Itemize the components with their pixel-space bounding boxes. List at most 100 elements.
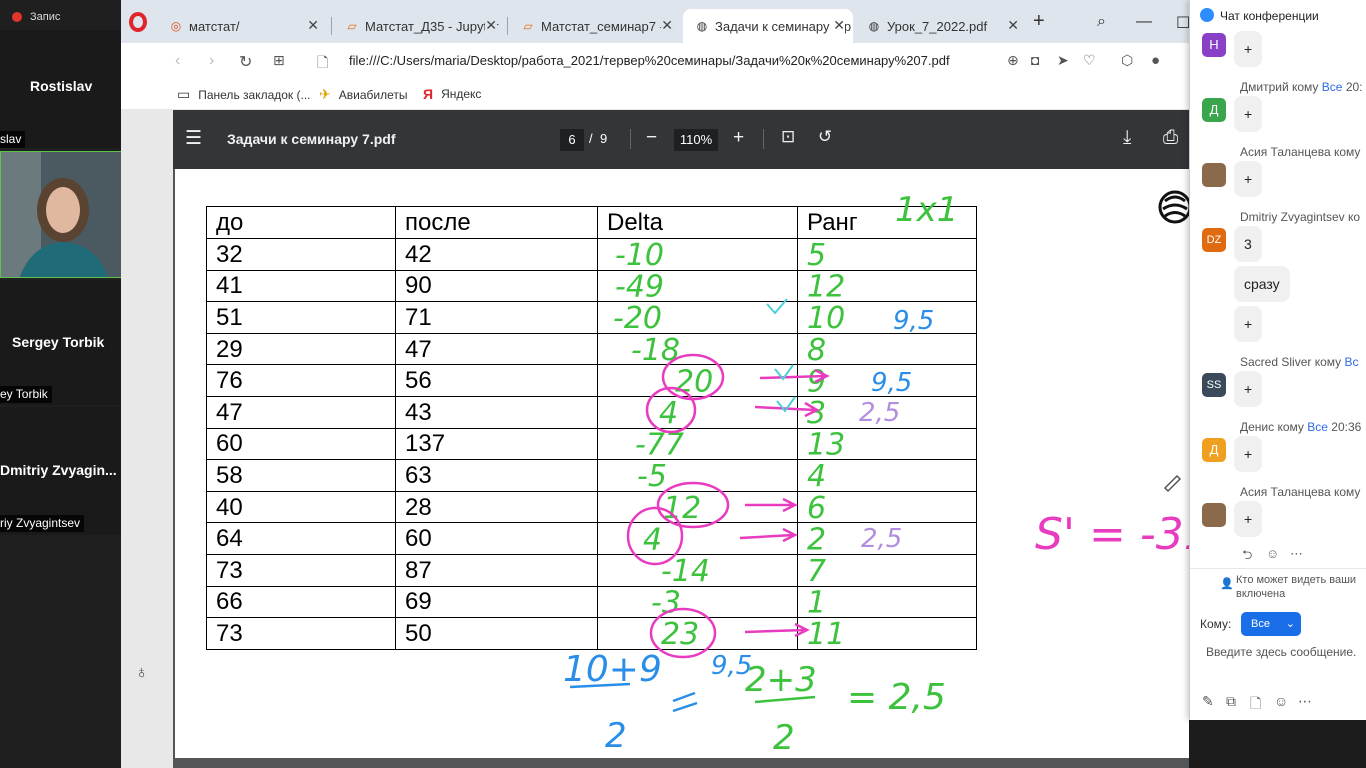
close-icon[interactable]: ✕ [833,17,845,34]
back-icon[interactable]: ‹ [175,52,180,70]
fit-page-icon[interactable]: ⊡ [781,127,795,147]
close-icon[interactable]: ✕ [661,17,673,34]
emoji-icon[interactable]: ☺ [1274,693,1288,709]
visibility-note-line: Кто может видеть ваши [1236,574,1357,586]
more-icon[interactable]: ⋯ [1290,546,1303,562]
visibility-note[interactable]: Кто может видеть ваши включена [1236,573,1356,601]
heart-icon[interactable]: ♡ [1083,52,1096,69]
data-table: до после Delta Ранг 32 42 41 90 51 71 29 47 76 56… [206,206,977,650]
divider [763,129,764,149]
table-cell [797,332,977,366]
table-row: 51 71 [206,301,977,334]
tab-label: Матстат_Д35 - Jupyter [365,18,499,34]
tab[interactable]: ◎ матстат/ ✕ [157,9,327,43]
message-sender: Дмитрий кому Все 20: [1240,80,1363,94]
table-cell: 73 [206,553,396,587]
table-cell: 90 [395,269,598,303]
screenshot-icon[interactable]: ⧉ [1226,693,1236,710]
pdf-page: до после Delta Ранг 32 42 41 90 51 71 29 47 76 56… [175,169,1219,758]
pencil-icon [1163,474,1182,493]
print-icon[interactable]: ⎙ [1163,127,1178,149]
reply-icon[interactable]: ⮌ [1242,546,1252,568]
reload-icon[interactable]: ↻ [239,52,252,72]
column-header: Ранг [797,206,977,239]
table-cell [597,427,798,461]
lightbulb-icon[interactable]: ♁ [135,662,149,683]
more-icon[interactable]: ⋯ [1298,693,1312,710]
box-icon[interactable]: ⬡ [1121,52,1133,69]
sender-name: Sacred Sliver кому [1240,355,1342,369]
forward-icon[interactable]: › [209,52,214,70]
close-icon[interactable]: ✕ [307,17,319,34]
table-row: 41 90 [206,269,977,303]
table-cell [597,332,798,366]
tab[interactable]: ▱ Матстат_семинар7 - J ✕ [509,9,681,43]
table-cell [597,301,798,334]
table-cell [597,269,798,303]
table-cell: 40 [206,490,396,524]
tab-active[interactable]: ◍ Задачи к семинару 7.p ✕ [683,9,853,43]
column-header: после [395,206,598,239]
recipient-select[interactable]: Все ⌄ [1241,612,1301,636]
table-row: 66 69 [206,585,977,619]
message-input[interactable]: Введите здесь сообщение. [1206,645,1356,659]
bookmark-label: Панель закладок (... [198,87,311,102]
download-icon[interactable]: ⤓ [1123,127,1131,149]
rotate-icon[interactable]: ↺ [818,127,832,147]
tab[interactable]: ◍ Урок_7_2022.pdf ✕ [855,9,1027,43]
table-row: 76 56 [206,364,977,397]
close-icon[interactable]: ✕ [485,17,497,34]
zoom-icon[interactable]: ⊕ [1007,52,1019,69]
bookmarks-bar: ▭ Панель закладок (... ✈ Авиабилеты Я Ян… [121,79,1366,110]
formula-note: 9,5 [711,651,752,681]
table-cell [797,364,977,397]
table-cell: 41 [206,269,396,303]
table-cell: 69 [395,585,598,619]
tabs-grid-icon[interactable]: ⊞ [273,52,285,69]
tab-bar: ◎ матстат/ ✕ ▱ Матстат_Д35 - Jupyter ✕ ▱… [121,0,1366,43]
formula-denominator: 2 [773,718,795,758]
zoom-level-input[interactable]: 110% [674,129,718,151]
bookmark-item[interactable]: ✈ Авиабилеты [319,86,407,103]
formula-denominator: 2 [605,716,627,756]
zoom-in-icon[interactable]: + [733,127,744,149]
new-tab-icon[interactable]: + [1033,10,1045,33]
page-number-input[interactable]: 6 [560,129,584,151]
table-header-row: до после Delta Ранг [206,206,977,239]
minimize-icon[interactable]: — [1136,13,1152,31]
search-icon[interactable]: ⌕ [1097,13,1106,31]
table-row: 32 42 [206,238,977,271]
jupyter-icon: ▱ [347,19,357,33]
camera-icon[interactable]: ◘ [1031,52,1039,68]
url-field[interactable]: file:///C:/Users/maria/Desktop/работа_20… [349,53,950,68]
menu-icon[interactable]: ☰ [185,127,202,150]
chat-title: Чат конференции [1220,9,1319,23]
table-cell: 60 [206,427,396,461]
close-icon[interactable]: ✕ [1007,17,1019,34]
tab[interactable]: ▱ Матстат_Д35 - Jupyter ✕ [333,9,505,43]
table-cell: 64 [206,522,396,555]
zoom-out-icon[interactable]: − [646,127,657,149]
emoji-reaction-icon[interactable]: ☺ [1266,546,1279,561]
opera-logo-icon[interactable] [129,12,147,32]
message-bubble: + [1234,436,1263,472]
person-icon: 👤 [1220,578,1234,590]
recipient: Все [1307,420,1328,434]
participant-name: Sergey Torbik [12,334,105,350]
table-cell: 87 [395,553,598,587]
browser-window: ◎ матстат/ ✕ ▱ Матстат_Д35 - Jupyter ✕ ▱… [121,0,1366,768]
file-attach-icon[interactable]: 🗋 [1250,693,1261,717]
message-sender: Sacred Sliver кому Вс [1240,355,1359,369]
table-cell: 50 [395,617,598,650]
globe-icon: ◍ [868,19,880,33]
profile-icon[interactable]: ● [1151,52,1160,69]
table-cell [797,427,977,461]
bookmark-item[interactable]: ▭ Панель закладок (... [177,86,311,103]
table-cell: 42 [395,238,598,271]
send-icon[interactable]: ➤ [1057,52,1069,69]
tab-label: Урок_7_2022.pdf [887,18,988,34]
tab-separator [331,17,332,35]
bookmark-item[interactable]: Я Яндекс [423,86,481,102]
avatar: Н [1202,33,1226,57]
format-icon[interactable]: ✎ [1202,693,1214,710]
